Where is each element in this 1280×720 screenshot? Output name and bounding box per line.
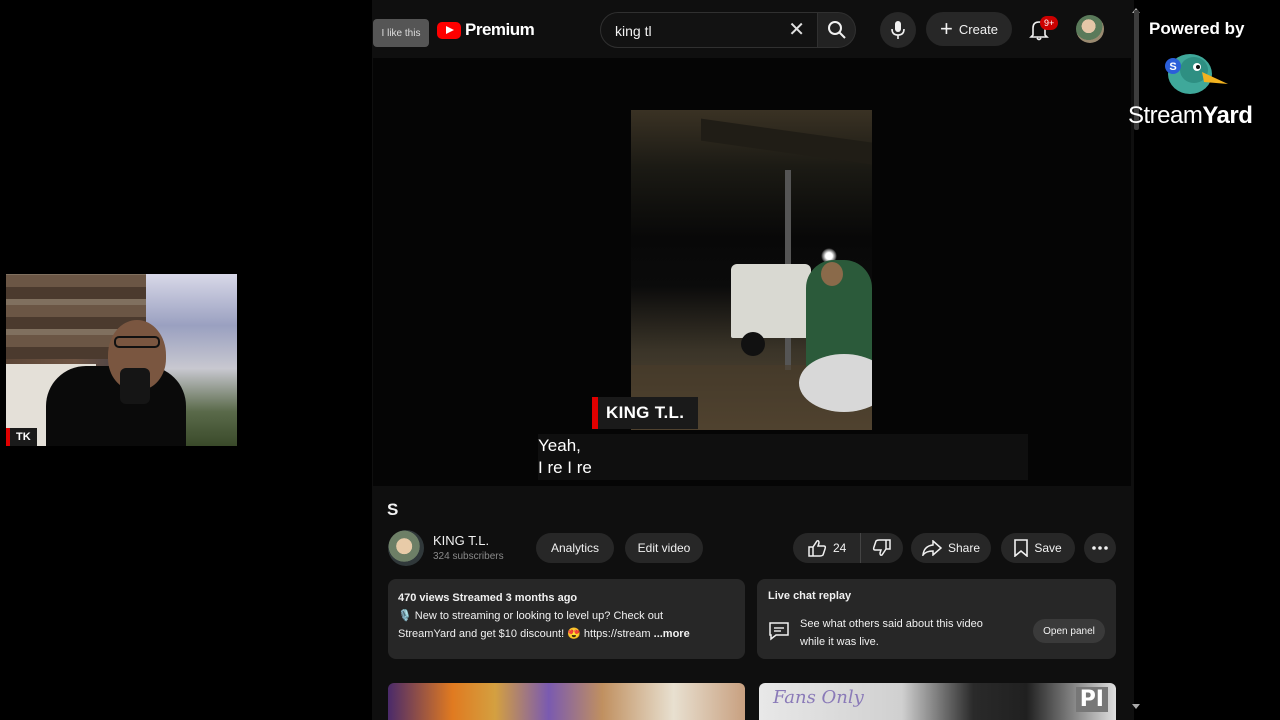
streamyard-duck-icon: S — [1165, 54, 1228, 94]
brand-part: Yard — [1202, 102, 1253, 129]
plus-icon: + — [940, 16, 953, 41]
chat-panel-title: Live chat replay — [768, 590, 852, 602]
description-line: 🎙️ New to streaming or looking to level … — [398, 610, 663, 622]
scroll-down-icon[interactable] — [1132, 704, 1140, 709]
webcam-label-text: TK — [16, 431, 31, 443]
like-count: 24 — [833, 541, 847, 555]
host-webcam-feed: TK — [6, 274, 237, 446]
channel-avatar[interactable] — [388, 530, 424, 566]
youtube-premium-logo[interactable]: Premium — [437, 18, 535, 42]
more-horizontal-icon — [1092, 546, 1108, 550]
description-box[interactable]: 470 views Streamed 3 months ago 🎙️ New t… — [388, 579, 745, 659]
share-label: Share — [947, 541, 981, 555]
notification-count-badge: 9+ — [1040, 16, 1059, 30]
create-button[interactable]: + Create — [926, 12, 1012, 46]
view-count-and-date: 470 views Streamed 3 months ago — [398, 592, 578, 604]
open-panel-button[interactable]: Open panel — [1033, 619, 1105, 643]
powered-by-text: Powered by — [1149, 19, 1245, 38]
video-title: S — [387, 500, 399, 519]
lower-third-nameplate: KING T.L. — [592, 397, 699, 429]
bookmark-icon — [1014, 539, 1029, 557]
caption-line: Yeah, — [538, 436, 581, 455]
thumbnail-text: Fans Only — [773, 687, 864, 708]
create-label: Create — [958, 21, 998, 37]
svg-text:S: S — [1169, 61, 1176, 73]
recommended-video-thumbnail[interactable] — [388, 683, 745, 720]
dislike-button[interactable] — [861, 533, 903, 563]
chat-panel-description: See what others said about this video wh… — [800, 615, 1020, 651]
webcam-label-accent — [6, 428, 10, 446]
chat-desc-line: See what others said about this video — [800, 618, 983, 630]
share-icon — [922, 540, 942, 556]
description-line: StreamYard and get $10 discount! 😍 https… — [398, 628, 651, 640]
like-button[interactable]: 24 — [793, 533, 862, 563]
search-input[interactable] — [613, 20, 787, 42]
chat-bubble-icon — [769, 622, 789, 641]
save-label: Save — [1034, 541, 1062, 555]
recommended-video-thumbnail[interactable]: Fans Only PI — [759, 683, 1116, 720]
channel-name[interactable]: KING T.L. — [433, 533, 489, 548]
youtube-play-icon — [437, 21, 461, 39]
thumbnail-badge: PI — [1075, 687, 1108, 712]
nameplate-accent — [592, 397, 598, 429]
search-icon — [827, 21, 846, 39]
microphone-icon — [891, 21, 905, 39]
thumbs-down-icon — [873, 539, 891, 556]
edit-video-button[interactable]: Edit video — [625, 533, 703, 563]
analytics-button[interactable]: Analytics — [536, 533, 614, 563]
subscriber-count: 324 subscribers — [433, 551, 504, 562]
webcam-name-label: TK — [6, 428, 37, 446]
search-box: ✕ — [600, 12, 818, 48]
caption-line: I re I re — [538, 458, 592, 477]
thumbs-up-icon — [808, 540, 827, 557]
like-dislike-group: 24 — [793, 533, 903, 563]
save-button[interactable]: Save — [1001, 533, 1075, 563]
logo-text: Premium — [465, 20, 535, 39]
closed-captions: Yeah, I re I re — [538, 434, 1028, 480]
streamyard-wordmark: StreamYard — [1128, 102, 1253, 130]
nameplate-text: KING T.L. — [606, 403, 685, 422]
account-avatar[interactable] — [1076, 15, 1104, 43]
brand-part: Stream — [1128, 102, 1203, 129]
voice-search-button[interactable] — [880, 12, 916, 48]
show-more-link[interactable]: ...more — [654, 628, 690, 640]
live-chat-replay-panel: Live chat replay See what others said ab… — [757, 579, 1116, 659]
chat-desc-line: while it was live. — [800, 636, 879, 648]
video-frame — [631, 110, 872, 430]
search-button[interactable] — [818, 12, 856, 48]
more-actions-button[interactable] — [1084, 533, 1116, 563]
share-button[interactable]: Share — [911, 533, 991, 563]
like-tooltip: I like this — [373, 19, 429, 47]
clear-search-icon[interactable]: ✕ — [788, 20, 805, 40]
